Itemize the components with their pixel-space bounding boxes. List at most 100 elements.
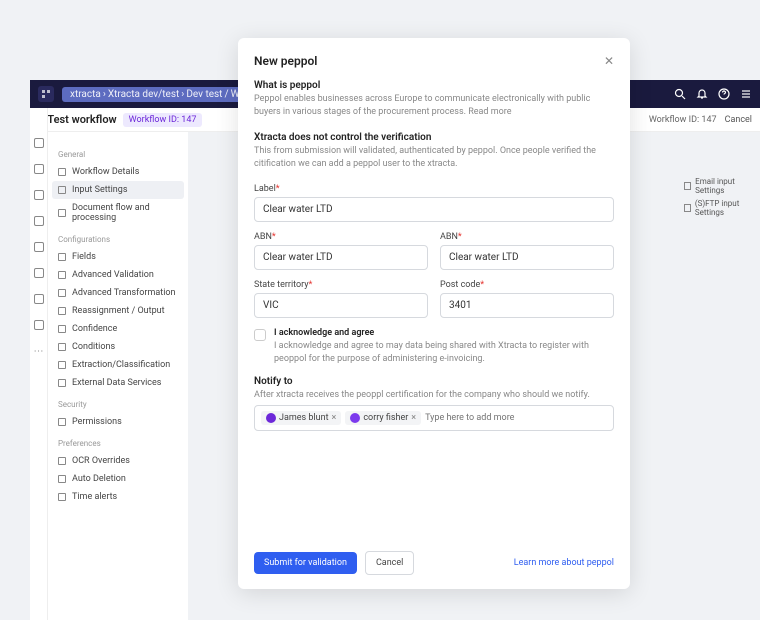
sidebar-item-confidence[interactable]: Confidence bbox=[52, 320, 184, 338]
rail-icon[interactable] bbox=[34, 164, 44, 174]
sidebar-item-label: Advanced Transformation bbox=[72, 288, 175, 298]
postcode-input[interactable] bbox=[440, 293, 614, 318]
sidebar-item-document-flow[interactable]: Document flow and processing bbox=[52, 199, 184, 227]
acknowledge-label: I acknowledge and agree bbox=[274, 328, 614, 338]
right-item-label: Email input Settings bbox=[695, 177, 756, 195]
chip-remove-icon[interactable]: × bbox=[411, 413, 416, 423]
rail-icon[interactable] bbox=[34, 242, 44, 252]
sidebar-item-label: Advanced Validation bbox=[72, 270, 154, 280]
sidebar-item-icon bbox=[58, 361, 66, 369]
sidebar-item-workflow-details[interactable]: Workflow Details bbox=[52, 163, 184, 181]
sidebar-item-icon bbox=[58, 493, 66, 501]
sidebar-item-icon bbox=[58, 209, 66, 217]
notify-chip[interactable]: James blunt × bbox=[261, 411, 341, 425]
label-field-label: Label* bbox=[254, 184, 614, 194]
rail-icon[interactable] bbox=[34, 320, 44, 330]
sidebar-section: Configurations bbox=[52, 231, 184, 248]
cancel-button[interactable]: Cancel bbox=[365, 551, 414, 575]
modal-title: New peppol bbox=[254, 54, 317, 68]
notify-input-box[interactable]: James blunt × corry fisher × bbox=[254, 405, 614, 431]
menu-icon[interactable] bbox=[740, 88, 752, 100]
search-icon[interactable] bbox=[674, 88, 686, 100]
abn-field-label: ABN* bbox=[440, 232, 614, 242]
sidebar-item-permissions[interactable]: Permissions bbox=[52, 413, 184, 431]
sidebar-item-icon bbox=[58, 418, 66, 426]
sidebar-item-advanced-validation[interactable]: Advanced Validation bbox=[52, 266, 184, 284]
topbar-right bbox=[674, 88, 752, 100]
sidebar-item-time-alerts[interactable]: Time alerts bbox=[52, 488, 184, 506]
sidebar-item-icon bbox=[58, 186, 66, 194]
sidebar-item-icon bbox=[58, 475, 66, 483]
close-icon[interactable]: ✕ bbox=[604, 54, 614, 68]
chip-label: James blunt bbox=[279, 413, 329, 423]
sidebar-item-conditions[interactable]: Conditions bbox=[52, 338, 184, 356]
acknowledge-checkbox[interactable] bbox=[254, 329, 266, 341]
bell-icon[interactable] bbox=[696, 88, 708, 100]
icon-rail: ⋯ bbox=[30, 108, 48, 620]
section-text: Peppol enables businesses across Europe … bbox=[254, 93, 614, 118]
app-icon[interactable] bbox=[38, 86, 54, 102]
chip-remove-icon[interactable]: × bbox=[332, 413, 337, 423]
sidebar-item-extraction[interactable]: Extraction/Classification bbox=[52, 356, 184, 374]
sidebar-item-label: Reassignment / Output bbox=[72, 306, 165, 316]
abn-input-2[interactable] bbox=[440, 245, 614, 270]
sidebar-item-icon bbox=[58, 343, 66, 351]
sidebar-item-label: Permissions bbox=[72, 417, 122, 427]
section-title: Xtracta does not control the verificatio… bbox=[254, 132, 614, 143]
crumb[interactable]: Dev test bbox=[186, 89, 222, 100]
right-item-sftp[interactable]: (S)FTP input Settings bbox=[680, 197, 760, 219]
right-item-email[interactable]: Email input Settings bbox=[680, 175, 760, 197]
sidebar-item-icon bbox=[58, 253, 66, 261]
help-icon[interactable] bbox=[718, 88, 730, 100]
sidebar-item-label: Confidence bbox=[72, 324, 117, 334]
sidebar-item-auto-deletion[interactable]: Auto Deletion bbox=[52, 470, 184, 488]
sidebar-item-label: Conditions bbox=[72, 342, 115, 352]
submit-button[interactable]: Submit for validation bbox=[254, 552, 357, 574]
sidebar-item-external-data[interactable]: External Data Services bbox=[52, 374, 184, 392]
acknowledge-desc: I acknowledge and agree to may data bein… bbox=[274, 340, 614, 365]
sidebar-item-label: Auto Deletion bbox=[72, 474, 126, 484]
checkbox-icon bbox=[684, 182, 691, 190]
learn-more-link[interactable]: Learn more about peppol bbox=[514, 558, 614, 568]
avatar-icon bbox=[350, 413, 360, 423]
sidebar-item-label: OCR Overrides bbox=[72, 456, 130, 466]
rail-more-icon[interactable]: ⋯ bbox=[34, 346, 44, 357]
abn-input-1[interactable] bbox=[254, 245, 428, 270]
sidebar-item-label: Document flow and processing bbox=[72, 203, 178, 223]
sidebar: General Workflow Details Input Settings … bbox=[48, 132, 188, 620]
checkbox-icon bbox=[684, 204, 691, 212]
rail-icon[interactable] bbox=[34, 138, 44, 148]
sidebar-item-advanced-transformation[interactable]: Advanced Transformation bbox=[52, 284, 184, 302]
section-text: This from submission will validated, aut… bbox=[254, 145, 614, 170]
sidebar-item-icon bbox=[58, 379, 66, 387]
sidebar-item-reassignment[interactable]: Reassignment / Output bbox=[52, 302, 184, 320]
rail-icon[interactable] bbox=[34, 268, 44, 278]
rail-icon[interactable] bbox=[34, 294, 44, 304]
sidebar-item-label: Fields bbox=[72, 252, 96, 262]
abn-field-label: ABN* bbox=[254, 232, 428, 242]
crumb[interactable]: xtracta bbox=[70, 89, 101, 100]
sidebar-item-icon bbox=[58, 325, 66, 333]
sidebar-item-input-settings[interactable]: Input Settings bbox=[52, 181, 184, 199]
sidebar-item-label: Extraction/Classification bbox=[72, 360, 170, 370]
sidebar-item-icon bbox=[58, 457, 66, 465]
rail-icon[interactable] bbox=[34, 216, 44, 226]
state-field-label: State territory* bbox=[254, 280, 428, 290]
label-input[interactable] bbox=[254, 197, 614, 222]
state-input[interactable] bbox=[254, 293, 428, 318]
page-title: Test workflow bbox=[47, 113, 116, 126]
cancel-button[interactable]: Cancel bbox=[725, 115, 752, 125]
workflow-id-text: Workflow ID: 147 bbox=[649, 115, 717, 125]
crumb[interactable]: Xtracta dev/test bbox=[108, 89, 179, 100]
sidebar-item-fields[interactable]: Fields bbox=[52, 248, 184, 266]
sidebar-item-icon bbox=[58, 271, 66, 279]
avatar-icon bbox=[266, 413, 276, 423]
notify-desc: After xtracta receives the peoppl certif… bbox=[254, 389, 614, 402]
sidebar-item-label: External Data Services bbox=[72, 378, 161, 388]
sidebar-item-ocr-overrides[interactable]: OCR Overrides bbox=[52, 452, 184, 470]
notify-chip[interactable]: corry fisher × bbox=[345, 411, 421, 425]
notify-label: Notify to bbox=[254, 376, 614, 387]
sidebar-section: General bbox=[52, 146, 184, 163]
rail-icon[interactable] bbox=[34, 190, 44, 200]
notify-text-input[interactable] bbox=[425, 413, 607, 423]
